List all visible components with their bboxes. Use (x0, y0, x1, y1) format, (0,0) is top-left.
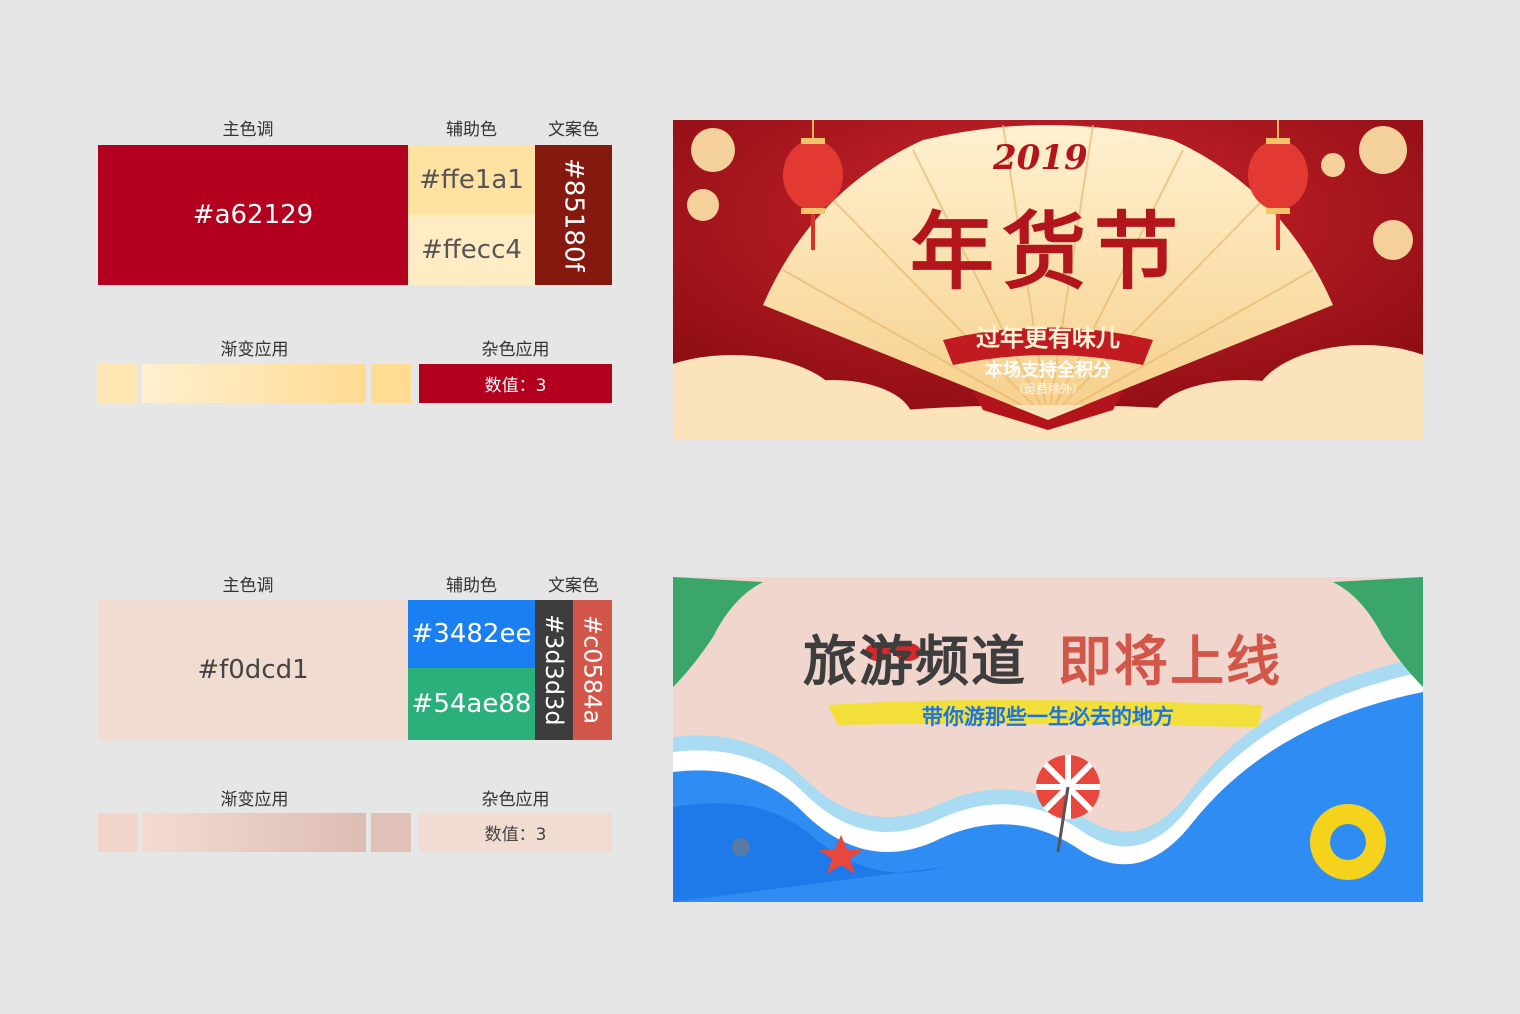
aux-color-swatch-2b: #54ae88 (408, 668, 535, 740)
gradient-end-swatch-2 (371, 813, 411, 852)
aux-color-hex-1: #ffe1a1 (419, 165, 524, 195)
banner-title: 年货节 (909, 202, 1186, 301)
gradient-bar-2 (142, 813, 366, 852)
text-color-hex-2a: #3d3d3d (540, 614, 568, 726)
noise-value-2: 数值：3 (484, 825, 547, 845)
gradient-start-swatch (98, 364, 138, 403)
banner-year: 2019 (993, 138, 1088, 178)
noise-label: 杂色应用 (481, 340, 550, 360)
text-color-swatch-2b: #c0584a (573, 600, 612, 740)
aux-color-swatch-2: #ffecc4 (408, 215, 535, 285)
text-color-hex-2b: #c0584a (578, 615, 607, 725)
text-color-swatch: #85180f (535, 145, 612, 285)
travel-subtitle: 带你游那些一生必去的地方 (922, 705, 1174, 729)
banner-line2: （运费除外） (1011, 382, 1084, 396)
main-color-label: 主色调 (222, 120, 274, 140)
banner-line1: 本场支持全积分 (985, 360, 1111, 381)
gradient-bar (142, 364, 366, 403)
aux-color-hex-2b: #54ae88 (411, 689, 532, 719)
gradient-start-swatch-2 (98, 813, 138, 852)
main-color-label-2: 主色调 (222, 576, 274, 596)
banner-subtitle: 过年更有味儿 (976, 324, 1120, 352)
noise-label-2: 杂色应用 (481, 790, 550, 810)
aux-color-label-2: 辅助色 (446, 576, 497, 596)
banner-new-year: 2019 年货节 过年更有味儿 本场支持全积分 （运费除外） (673, 120, 1423, 440)
aux-color-label: 辅助色 (446, 120, 497, 140)
noise-value: 数值：3 (484, 376, 547, 396)
gradient-label: 渐变应用 (220, 340, 289, 360)
aux-color-hex-2a: #3482ee (411, 619, 532, 649)
main-color-hex: #a62129 (192, 200, 314, 230)
noise-swatch-2: 数值：3 (419, 813, 612, 852)
main-color-hex-2: #f0dcd1 (197, 655, 309, 685)
travel-title-part2: 即将上线 (1058, 630, 1282, 693)
swim-ring-icon (1310, 804, 1386, 880)
gradient-label-2: 渐变应用 (220, 790, 289, 810)
text-color-hex: #85180f (558, 158, 589, 272)
travel-title-part1: 旅游频道 (803, 630, 1027, 693)
main-color-swatch: #a62129 (98, 145, 408, 285)
aux-color-hex-2: #ffecc4 (421, 235, 522, 265)
crab-icon (732, 838, 750, 856)
banner-travel: 旅游频道 即将上线 带你游那些一生必去的地方 (673, 577, 1423, 902)
text-color-label: 文案色 (548, 120, 599, 140)
text-color-swatch-2a: #3d3d3d (535, 600, 573, 740)
gradient-end-swatch (371, 364, 411, 403)
aux-color-swatch-1: #ffe1a1 (408, 145, 535, 215)
beach-illustration (673, 577, 1423, 902)
noise-swatch: 数值：3 (419, 364, 612, 403)
main-color-swatch-2: #f0dcd1 (98, 600, 408, 740)
text-color-label-2: 文案色 (548, 576, 599, 596)
aux-color-swatch-2a: #3482ee (408, 600, 535, 668)
